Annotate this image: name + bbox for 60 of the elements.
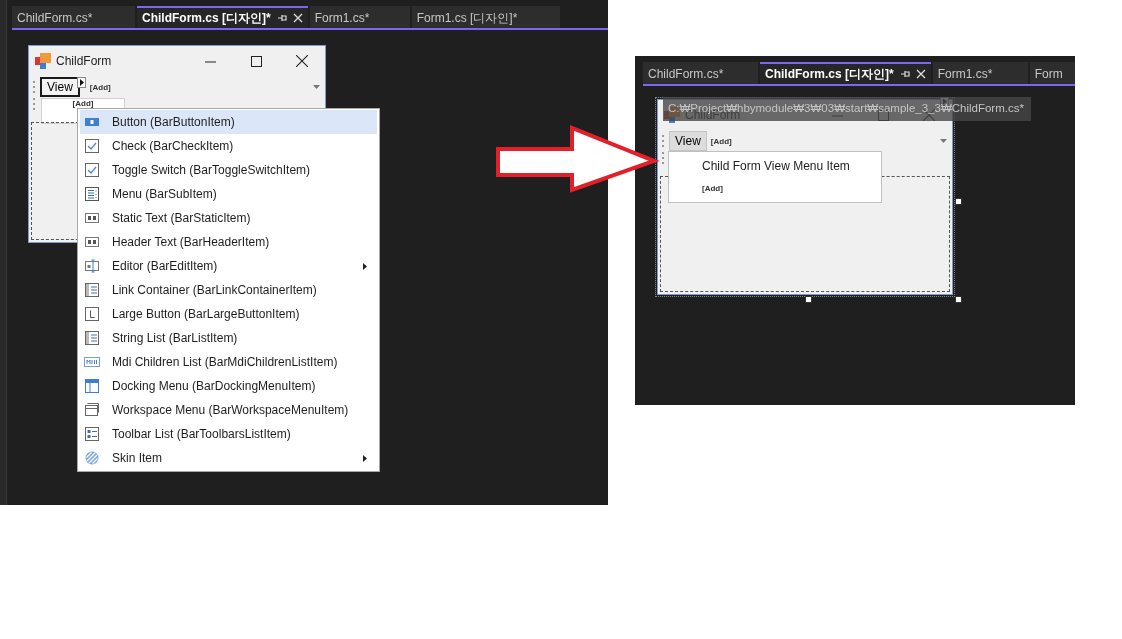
grip-icon[interactable]	[662, 135, 665, 147]
resize-handle[interactable]	[955, 198, 962, 205]
square-icon	[84, 306, 100, 322]
editor-tab[interactable]: Form	[1029, 62, 1075, 84]
editor-tab[interactable]: Form1.cs*	[932, 62, 1028, 84]
menu-item[interactable]: Large Button (BarLargeButtonItem)	[80, 302, 377, 326]
menu-item[interactable]: Link Container (BarLinkContainerItem)	[80, 278, 377, 302]
editor-tab[interactable]: Form1.cs [디자인]*	[411, 6, 560, 28]
menu-item[interactable]: Skin Item	[80, 446, 377, 470]
menu-item[interactable]: Workspace Menu (BarWorkspaceMenuItem)	[80, 398, 377, 422]
add-item[interactable]: [Add]	[72, 100, 94, 108]
menu-item[interactable]: Check (BarCheckItem)	[80, 134, 377, 158]
text-field-icon	[84, 234, 100, 250]
grip-icon[interactable]	[33, 98, 36, 110]
form-title: ChildForm	[56, 54, 113, 68]
text-field-icon	[84, 210, 100, 226]
menu-item[interactable]: Mdi Children List (BarMdiChildrenListItem)	[80, 350, 377, 374]
menu-item[interactable]: Toolbar List (BarToolbarsListItem)	[80, 422, 377, 446]
list-icon	[84, 282, 100, 298]
window-icon	[84, 378, 100, 394]
list-icon	[84, 426, 100, 442]
grip-icon[interactable]	[33, 81, 36, 93]
resize-handle[interactable]	[955, 296, 962, 303]
striped-circle-icon	[84, 450, 100, 466]
maximize-icon[interactable]	[250, 55, 262, 67]
menu-item[interactable]: Docking Menu (BarDockingMenuItem)	[80, 374, 377, 398]
menu-item[interactable]: Menu (BarSubItem)	[80, 182, 377, 206]
caret-icon[interactable]	[313, 85, 320, 89]
checkbox-icon	[84, 138, 100, 154]
add-item[interactable]: [Add]	[89, 82, 313, 92]
checkbox-icon	[84, 162, 100, 178]
pin-icon[interactable]	[899, 69, 910, 79]
add-item[interactable]: [Add]	[702, 184, 723, 193]
resize-handle[interactable]	[805, 296, 812, 303]
windows-icon	[84, 402, 100, 418]
menu-item[interactable]: Child Form View Menu Item	[702, 158, 850, 173]
grip-icon[interactable]	[662, 152, 665, 164]
menu-item[interactable]: Button (BarButtonItem)	[80, 110, 377, 134]
caret-icon[interactable]	[940, 139, 947, 143]
menu-item[interactable]: Editor (BarEditItem)	[80, 254, 377, 278]
editor-tab[interactable]: ChildForm.cs [디자인]*	[760, 62, 931, 84]
editor-tab[interactable]: Form1.cs*	[309, 6, 410, 28]
menu-item[interactable]: Header Text (BarHeaderItem)	[80, 230, 377, 254]
menu-item[interactable]: View	[669, 131, 707, 151]
menu-item[interactable]: String List (BarListItem)	[80, 326, 377, 350]
add-item[interactable]: [Add]	[710, 136, 940, 146]
app-icon	[35, 53, 51, 69]
arrow-tag-icon[interactable]	[76, 76, 86, 88]
editor-tab[interactable]: ChildForm.cs*	[643, 62, 758, 84]
menu-item[interactable]: View	[40, 77, 80, 97]
list-icon	[84, 330, 100, 346]
editor-icon	[84, 258, 100, 274]
editor-tab[interactable]: ChildForm.cs [디자인]*	[137, 6, 308, 28]
menu-item[interactable]: Toggle Switch (BarToggleSwitchItem)	[80, 158, 377, 182]
menu-item[interactable]: Static Text (BarStaticItem)	[80, 206, 377, 230]
close-icon[interactable]	[296, 55, 308, 67]
list-icon	[84, 354, 100, 370]
menu-list-icon	[84, 186, 100, 202]
editor-tab[interactable]: ChildForm.cs*	[12, 6, 135, 28]
pin-icon[interactable]	[276, 13, 287, 23]
